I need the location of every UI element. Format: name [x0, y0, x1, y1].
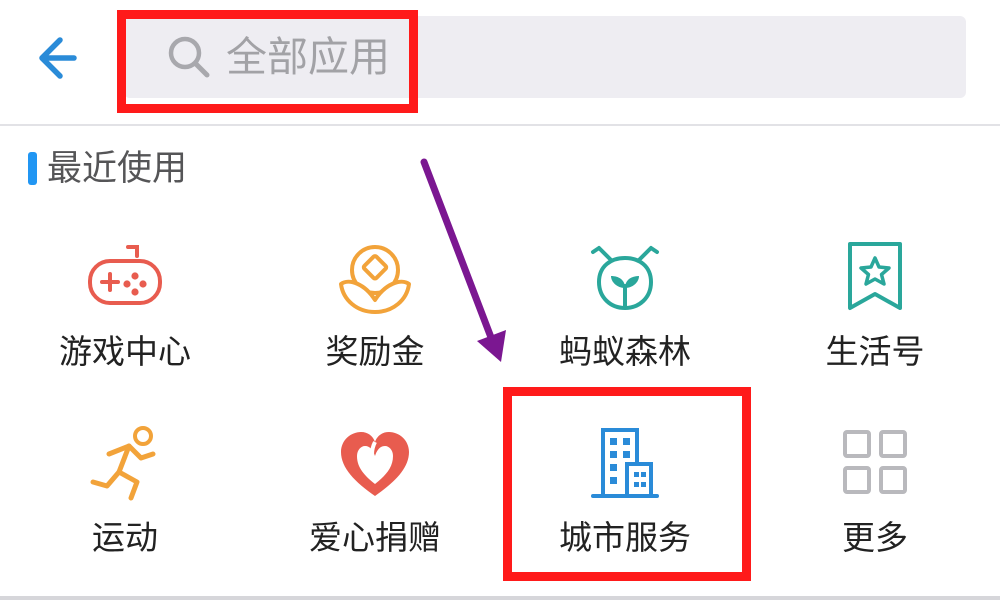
app-item-city-service[interactable]: 城市服务	[500, 424, 750, 574]
building-icon	[585, 424, 665, 504]
app-item-charity[interactable]: 爱心捐赠	[250, 424, 500, 574]
app-label: 运动	[92, 518, 158, 557]
app-label: 城市服务	[559, 518, 691, 557]
back-button[interactable]	[34, 30, 90, 86]
header: 全部应用	[0, 0, 1000, 124]
app-label: 奖励金	[325, 332, 425, 371]
running-icon	[85, 424, 165, 504]
bottom-divider	[0, 596, 1000, 600]
app-item-more[interactable]: 更多	[750, 424, 1000, 574]
app-item-sports[interactable]: 运动	[0, 424, 250, 574]
search-placeholder: 全部应用	[226, 33, 390, 81]
app-item-reward[interactable]: 奖励金	[250, 238, 500, 388]
app-label: 爱心捐赠	[309, 518, 441, 557]
gamepad-icon	[85, 238, 165, 318]
app-label: 游戏中心	[59, 332, 191, 371]
grid-icon	[835, 424, 915, 504]
app-item-lifestyle[interactable]: 生活号	[750, 238, 1000, 388]
app-label: 生活号	[825, 332, 925, 371]
coin-flower-icon	[335, 238, 415, 318]
sprout-bug-icon	[585, 238, 665, 318]
section-accent-bar	[28, 152, 37, 185]
app-label: 蚂蚁森林	[559, 332, 691, 371]
heart-icon	[335, 424, 415, 504]
search-icon	[168, 36, 210, 78]
header-divider	[0, 124, 1000, 126]
arrow-left-icon	[39, 37, 77, 79]
section-title: 最近使用	[47, 149, 188, 189]
app-item-game-center[interactable]: 游戏中心	[0, 238, 250, 388]
search-input[interactable]: 全部应用	[124, 16, 966, 98]
star-bookmark-icon	[835, 238, 915, 318]
app-item-ant-forest[interactable]: 蚂蚁森林	[500, 238, 750, 388]
app-label: 更多	[842, 518, 908, 557]
